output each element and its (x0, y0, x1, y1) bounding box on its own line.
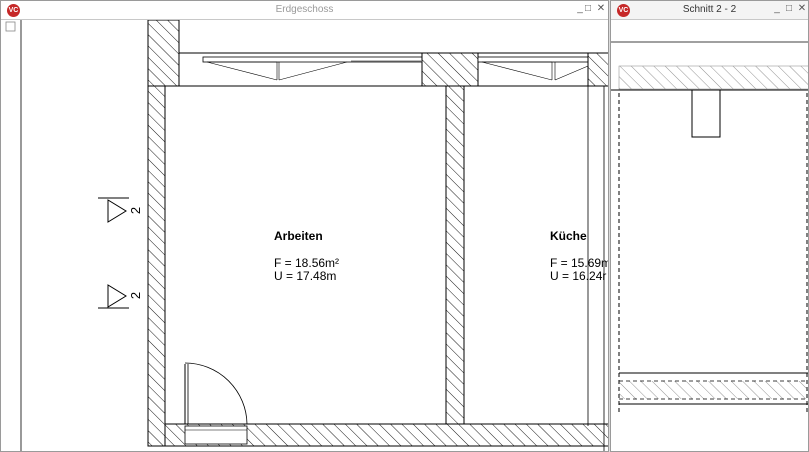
section-marker-1[interactable] (98, 197, 129, 223)
section-marker-2[interactable] (98, 284, 129, 309)
room-perimeter-arbeiten: U = 17.48m (274, 269, 337, 283)
floor-slab (619, 381, 808, 399)
section-canvas[interactable] (611, 20, 809, 452)
room-name-kueche: Küche (550, 229, 587, 243)
close-icon[interactable]: ✕ (796, 3, 808, 15)
close-icon[interactable]: ✕ (595, 3, 607, 15)
view-cube-icon[interactable] (5, 21, 16, 32)
section-label-1: 2 (128, 206, 144, 215)
wall-pillar-top (421, 52, 479, 87)
door-swing (184, 362, 248, 425)
room-perimeter-kueche: U = 16.24r (550, 269, 607, 283)
maximize-icon[interactable]: □ (582, 3, 594, 15)
beam (691, 89, 721, 138)
wall-middle (445, 85, 465, 425)
room-name-arbeiten: Arbeiten (274, 229, 323, 243)
room-area-arbeiten: F = 18.56m² (274, 256, 340, 270)
wall-pillar-right (587, 52, 608, 87)
window-title: Erdgeschoss (275, 4, 334, 15)
section-window[interactable]: VC Schnitt 2 - 2 _ □ ✕ (610, 0, 809, 452)
section-label-2: 2 (128, 291, 144, 300)
window-element-1 (202, 56, 423, 81)
section-titlebar[interactable]: VC Schnitt 2 - 2 _ □ ✕ (611, 1, 808, 20)
minimize-icon[interactable]: _ (771, 3, 783, 15)
maximize-icon[interactable]: □ (783, 3, 795, 15)
wall-left (147, 85, 166, 447)
ceiling-slab (618, 65, 808, 90)
wall-top-left (147, 20, 180, 87)
window-element-2 (477, 56, 589, 81)
room-area-kueche: F = 15.69m (550, 256, 609, 270)
floor-plan-window[interactable]: VC Erdgeschoss _ □ ✕ 2 2 Arbeiten F = 18… (0, 0, 609, 452)
floor-plan-titlebar[interactable]: VC Erdgeschoss _ □ ✕ (1, 1, 608, 20)
door-opening (184, 425, 248, 445)
